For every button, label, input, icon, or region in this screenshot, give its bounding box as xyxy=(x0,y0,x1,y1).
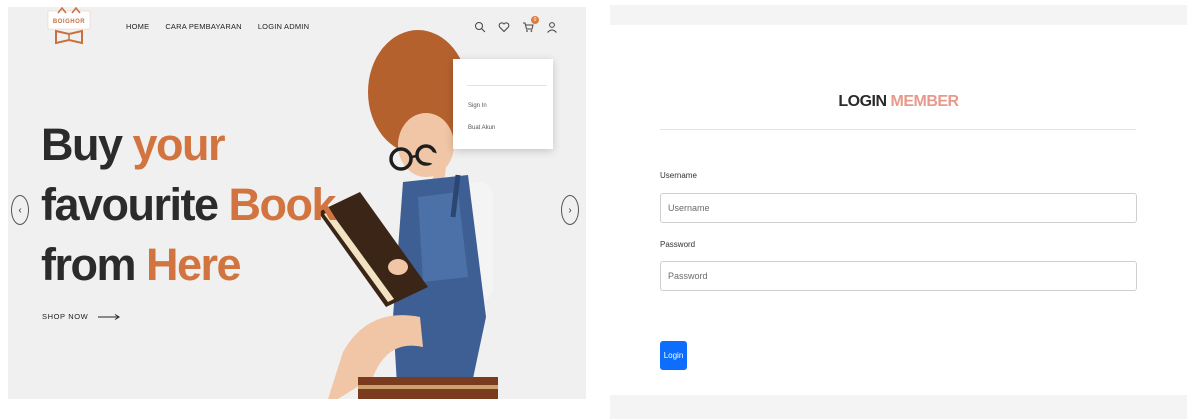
slider-next-button[interactable]: › xyxy=(561,195,579,225)
logo-text: BOIGHOR xyxy=(52,19,86,25)
nav-item-login-admin[interactable]: LOGIN ADMIN xyxy=(258,22,309,31)
hero-headline: Buy your favourite Book from Here xyxy=(41,115,337,295)
hero-slider: BOIGHOR HOME CARA PEMBAYARAN LOGIN ADMIN… xyxy=(8,7,586,399)
top-band xyxy=(610,5,1187,25)
shop-now-link[interactable]: SHOP NOW xyxy=(42,312,121,321)
bottom-band xyxy=(610,395,1187,419)
main-nav: HOME CARA PEMBAYARAN LOGIN ADMIN xyxy=(126,22,309,31)
login-member-panel: LOGIN MEMBER Username Password Login xyxy=(610,5,1187,419)
dropdown-item-buat-akun[interactable]: Buat Akun xyxy=(468,125,495,131)
arrow-right-icon xyxy=(98,313,121,320)
password-input[interactable] xyxy=(660,261,1137,291)
dropdown-divider xyxy=(467,85,547,86)
headline-text: Buy xyxy=(41,119,133,170)
account-dropdown-menu: Sign In Buat Akun xyxy=(453,59,553,149)
headline-line-3: from Here xyxy=(41,235,335,295)
book-logo-icon xyxy=(47,7,91,45)
username-label: Username xyxy=(660,171,697,180)
password-label: Password xyxy=(660,240,696,249)
login-title-accent: MEMBER xyxy=(890,93,960,110)
login-title: LOGIN MEMBER xyxy=(610,93,1187,111)
headline-text: from xyxy=(41,239,146,290)
headline-accent: Here xyxy=(146,239,242,290)
login-button[interactable]: Login xyxy=(660,341,687,370)
username-input[interactable] xyxy=(660,193,1137,223)
chevron-right-icon: › xyxy=(568,204,572,216)
dropdown-item-sign-in[interactable]: Sign In xyxy=(468,103,487,109)
headline-line-2: favourite Book xyxy=(41,175,337,235)
brand-logo[interactable]: BOIGHOR xyxy=(44,7,94,45)
cart-icon[interactable]: 0 xyxy=(522,16,539,32)
title-divider xyxy=(660,129,1136,130)
nav-item-home[interactable]: HOME xyxy=(126,22,149,31)
headline-accent: your xyxy=(132,119,226,170)
headline-text: favourite xyxy=(41,179,229,230)
shop-now-label: SHOP NOW xyxy=(42,312,89,321)
headline-line-1: Buy your xyxy=(41,115,335,175)
login-title-plain: LOGIN xyxy=(838,93,887,110)
nav-item-cara-pembayaran[interactable]: CARA PEMBAYARAN xyxy=(165,22,242,31)
user-icon[interactable] xyxy=(546,20,558,33)
headline-accent: Book xyxy=(228,179,337,230)
slider-prev-button[interactable]: ‹ xyxy=(11,195,29,225)
chevron-left-icon: ‹ xyxy=(18,204,22,216)
cart-count-badge: 0 xyxy=(531,16,539,24)
